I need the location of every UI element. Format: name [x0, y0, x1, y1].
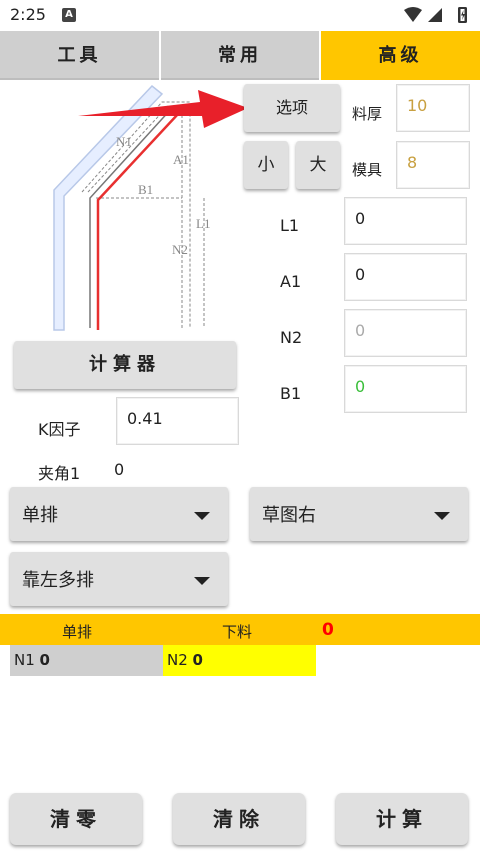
chevron-down-icon: [194, 512, 210, 520]
k-factor-input[interactable]: 0.41: [116, 397, 239, 445]
chevron-down-icon: [194, 577, 210, 585]
result-bar: 单排 下料 0: [0, 614, 480, 645]
clear-button[interactable]: 清除: [173, 793, 305, 845]
arrangement-dropdown-value: 靠左多排: [22, 570, 94, 591]
pointer-arrow: [78, 90, 248, 128]
param-b1-label: B1: [280, 384, 302, 403]
status-time: 2:25: [10, 5, 46, 24]
label-a1: A1: [173, 152, 189, 167]
n1-result-label: N1: [14, 651, 35, 669]
param-l1-input[interactable]: 0: [344, 197, 467, 245]
sketch-dropdown[interactable]: 草图右: [250, 487, 468, 541]
result-mode: 单排: [62, 623, 93, 641]
wifi-icon: [404, 7, 422, 22]
tab-advanced[interactable]: 高级: [321, 31, 480, 80]
calculate-button[interactable]: 计算: [336, 793, 468, 845]
param-b1-value: 0: [355, 377, 366, 396]
n2-result: N2 0: [163, 645, 316, 676]
calculator-button[interactable]: 计算器: [14, 341, 236, 389]
small-button-label: 小: [257, 155, 275, 175]
calculate-button-label: 计算: [376, 807, 428, 831]
chevron-down-icon: [434, 512, 450, 520]
mold-label: 模具: [352, 161, 383, 179]
large-button[interactable]: 大: [296, 141, 340, 189]
tab-common[interactable]: 常用: [161, 31, 319, 80]
status-icons: [404, 7, 467, 23]
mode-dropdown[interactable]: 单排: [10, 487, 228, 541]
signal-icon: [428, 8, 442, 22]
clear-zero-button[interactable]: 清零: [10, 793, 142, 845]
thickness-input[interactable]: 10: [396, 84, 470, 132]
param-n2-label: N2: [280, 328, 303, 347]
mold-value: 8: [407, 153, 418, 172]
thickness-value: 10: [407, 96, 428, 115]
mold-input[interactable]: 8: [396, 141, 470, 189]
k-factor-value: 0.41: [127, 409, 163, 428]
label-n1: N1: [116, 134, 132, 149]
result-blank-value: 0: [322, 620, 334, 640]
n1-result: N1 0: [10, 645, 163, 676]
calculator-button-label: 计算器: [89, 354, 161, 375]
param-n2-value: 0: [355, 321, 366, 340]
param-a1-value: 0: [355, 265, 366, 284]
param-b1-input[interactable]: 0: [344, 365, 467, 413]
n1-result-value: 0: [39, 651, 50, 669]
label-b1: B1: [138, 182, 153, 197]
clear-button-label: 清除: [213, 807, 265, 831]
label-l1: L1: [196, 216, 210, 231]
status-bar: 2:25 A: [0, 0, 480, 30]
mode-dropdown-value: 单排: [22, 505, 58, 526]
sketch-dropdown-value: 草图右: [262, 505, 316, 526]
result-blank-label: 下料: [222, 623, 253, 641]
large-button-label: 大: [309, 155, 327, 175]
tab-tools[interactable]: 工具: [0, 31, 159, 80]
angle-value: 0: [114, 460, 125, 479]
param-l1-label: L1: [280, 216, 300, 235]
n2-result-value: 0: [192, 651, 203, 669]
label-n2: N2: [172, 242, 188, 257]
small-button[interactable]: 小: [244, 141, 288, 189]
options-button[interactable]: 选项: [244, 84, 340, 132]
param-a1-input[interactable]: 0: [344, 253, 467, 301]
param-a1-label: A1: [280, 272, 302, 291]
param-l1-value: 0: [355, 209, 366, 228]
arrangement-dropdown[interactable]: 靠左多排: [10, 552, 228, 606]
angle-label: 夹角1: [38, 464, 81, 483]
tab-bar: 工具 常用 高级: [0, 31, 480, 80]
n2-result-label: N2: [167, 651, 188, 669]
thickness-label: 料厚: [352, 105, 383, 123]
notification-icon: A: [62, 8, 76, 22]
param-n2-input[interactable]: 0: [344, 309, 467, 357]
clear-zero-button-label: 清零: [50, 807, 102, 831]
options-button-label: 选项: [275, 98, 308, 117]
k-factor-label: K因子: [38, 420, 81, 439]
